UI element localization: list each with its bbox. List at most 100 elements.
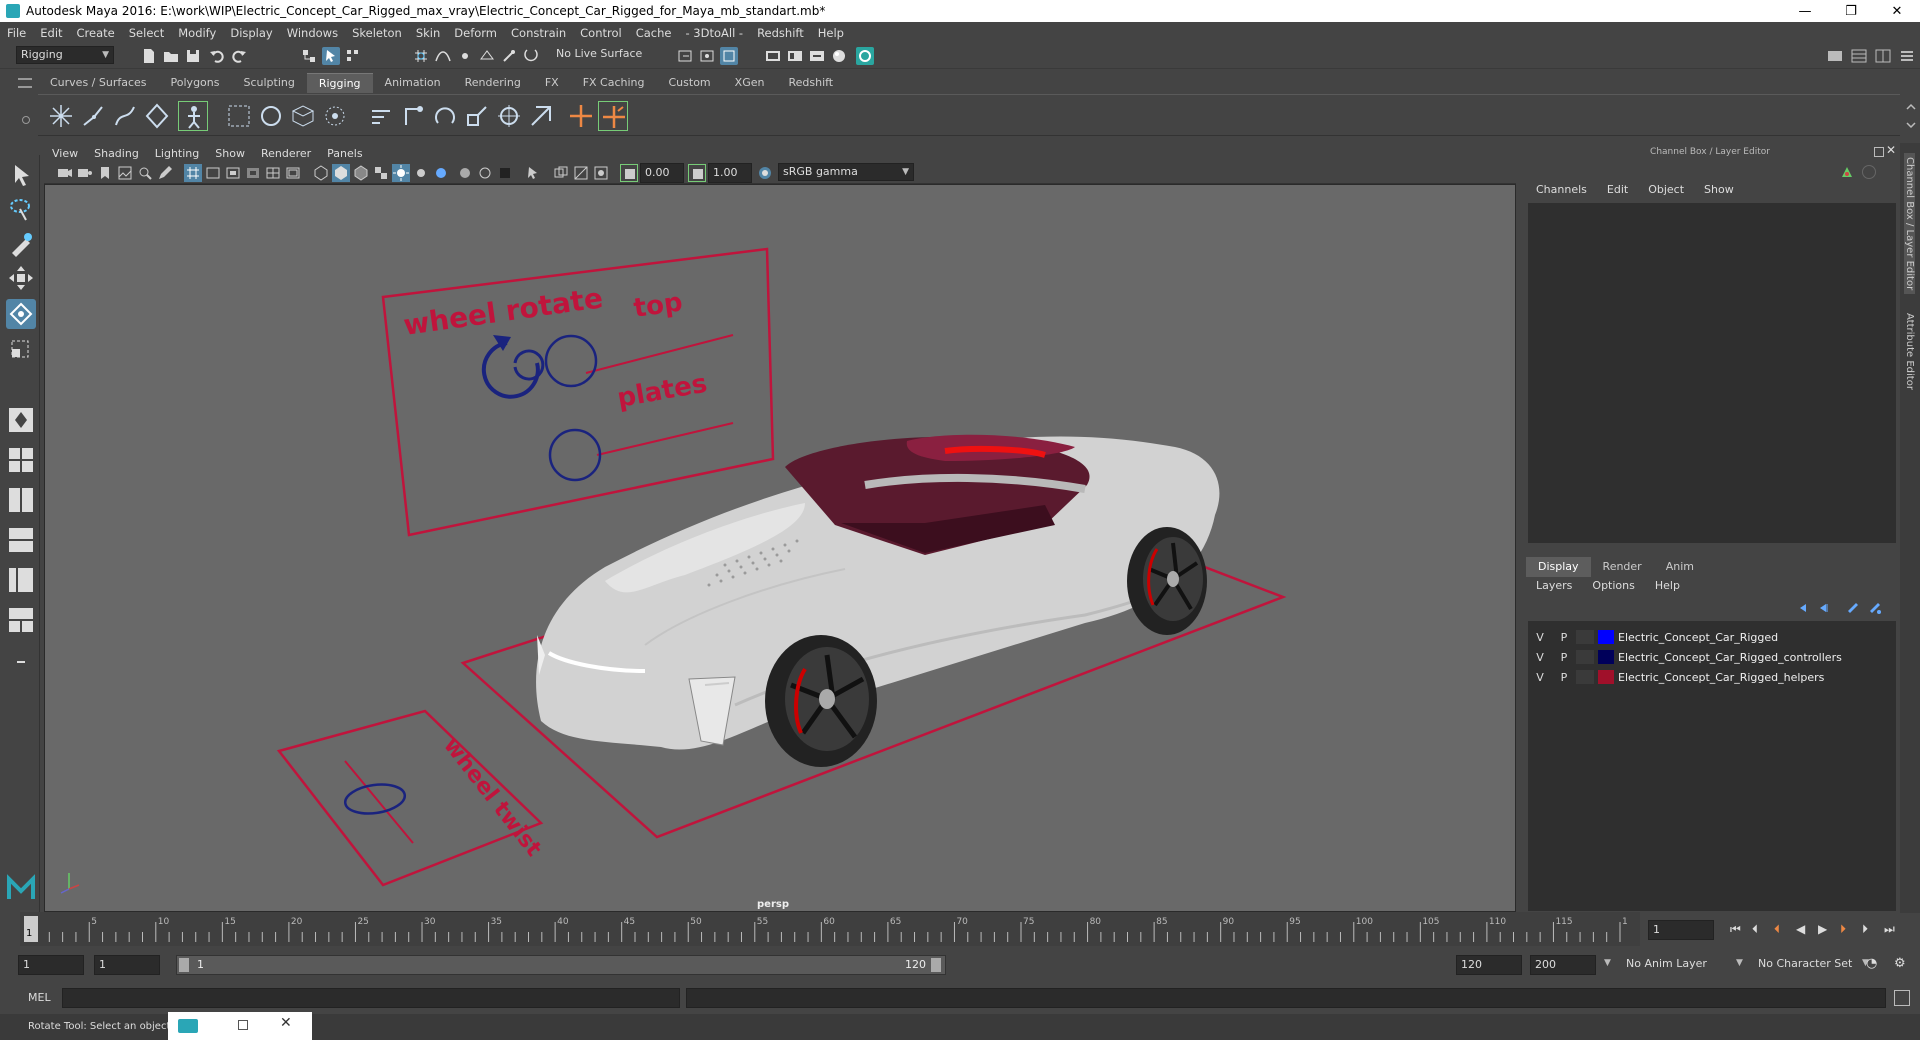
anim-layer-dropdown[interactable]: No Anim Layer — [1622, 955, 1742, 975]
close-panel-icon[interactable]: ✕ — [1886, 143, 1896, 157]
shelf-menu-icon[interactable] — [18, 78, 32, 88]
aim-constraint-icon[interactable] — [494, 101, 524, 131]
perspective-viewport[interactable]: wheel rotate top plates wheel twist pers… — [44, 184, 1516, 912]
wireframe-on-shaded-icon[interactable] — [352, 164, 370, 182]
menu-cache[interactable]: Cache — [629, 26, 679, 40]
snap-project-icon[interactable] — [522, 47, 540, 65]
single-view-layout-icon[interactable] — [6, 405, 36, 435]
snap-curve-icon[interactable] — [434, 47, 452, 65]
time-slider[interactable]: 5 10 15 20 25 30 35 40 45 50 55 60 65 70 75 80 85 90 95 100… — [20, 912, 1640, 946]
save-scene-icon[interactable] — [184, 47, 202, 65]
object-menu[interactable]: Object — [1638, 183, 1694, 201]
layer-visibility-toggle[interactable]: V — [1528, 651, 1552, 664]
isolate-select-icon[interactable] — [524, 164, 542, 182]
step-forward-key-icon[interactable]: ⏵ — [1862, 922, 1868, 937]
character-set-dropdown[interactable]: No Character Set — [1754, 955, 1864, 975]
create-empty-layer-icon[interactable] — [1846, 601, 1860, 615]
layer-color-swatch[interactable] — [1598, 650, 1614, 664]
layers-menu[interactable]: Layers — [1526, 579, 1582, 597]
shelf-tab-animation[interactable]: Animation — [373, 73, 453, 93]
gamma-field[interactable]: 1.00 — [708, 163, 752, 183]
ik-spline-icon[interactable] — [110, 101, 140, 131]
workspace-modeling-icon[interactable] — [1826, 47, 1844, 65]
render-settings-icon[interactable] — [808, 47, 826, 65]
maximize-thumb-icon[interactable] — [238, 1020, 248, 1030]
field-chart-icon[interactable] — [264, 164, 282, 182]
menu-constrain[interactable]: Constrain — [504, 26, 573, 40]
workspace-layout-icon[interactable] — [1850, 47, 1868, 65]
use-all-lights-icon[interactable] — [392, 164, 410, 182]
shelf-tab-fx-caching[interactable]: FX Caching — [571, 73, 657, 93]
channels-menu[interactable]: Channels — [1526, 183, 1597, 201]
menu-display[interactable]: Display — [223, 26, 279, 40]
motion-blur-icon[interactable] — [552, 164, 570, 182]
parent-constraint-icon[interactable] — [366, 101, 396, 131]
depth-of-field-icon[interactable] — [592, 164, 610, 182]
go-to-start-icon[interactable]: ⏮ — [1730, 922, 1741, 937]
play-forwards-icon[interactable]: ▶ — [1818, 922, 1827, 936]
paint-select-icon[interactable] — [6, 229, 36, 259]
menu-skin[interactable]: Skin — [409, 26, 447, 40]
textured-icon[interactable] — [372, 164, 390, 182]
orient-constraint-icon[interactable] — [430, 101, 460, 131]
ik-handle-icon[interactable] — [78, 101, 108, 131]
gamma-icon[interactable] — [688, 164, 706, 182]
bookmark-icon[interactable] — [96, 164, 114, 182]
electric-concept-car-model[interactable] — [536, 434, 1220, 767]
camera-select-icon[interactable] — [56, 164, 74, 182]
close-thumb-icon[interactable]: ✕ — [280, 1015, 292, 1031]
tab-display[interactable]: Display — [1526, 557, 1591, 577]
chevron-down-icon[interactable]: ▼ — [1736, 958, 1743, 968]
layer-row[interactable]: V P Electric_Concept_Car_Rigged_helpers — [1528, 667, 1896, 687]
multisample-aa-icon[interactable] — [572, 164, 590, 182]
playback-end-field[interactable]: 120 — [1456, 955, 1522, 975]
create-layer-from-selected-icon[interactable] — [1868, 601, 1882, 615]
persp-outliner-layout-icon[interactable] — [6, 565, 36, 595]
side-tab-attribute-editor[interactable]: Attribute Editor — [1904, 313, 1915, 390]
grid-toggle-icon[interactable] — [184, 164, 202, 182]
xray-active-components-icon[interactable] — [496, 164, 514, 182]
options-menu[interactable]: Options — [1582, 579, 1644, 597]
menu-set-dropdown[interactable]: Rigging ▼ — [16, 46, 114, 64]
layer-row[interactable]: V P Electric_Concept_Car_Rigged_controll… — [1528, 647, 1896, 667]
viewport-menu-show[interactable]: Show — [207, 147, 253, 160]
exposure-icon[interactable] — [620, 164, 638, 182]
construction-history-icon[interactable] — [720, 47, 738, 65]
shelf-tab-xgen[interactable]: XGen — [723, 73, 777, 93]
layer-playback-toggle[interactable]: P — [1552, 651, 1576, 664]
viewport-menu-view[interactable]: View — [44, 147, 86, 160]
new-scene-icon[interactable] — [140, 47, 158, 65]
snap-point-icon[interactable] — [456, 47, 474, 65]
step-back-key-icon[interactable]: ⏴ — [1752, 922, 1758, 937]
shelf-tab-custom[interactable]: Custom — [657, 73, 723, 93]
pole-vector-icon[interactable] — [526, 101, 556, 131]
menu-windows[interactable]: Windows — [280, 26, 345, 40]
chevron-down-icon[interactable]: ▼ — [1604, 958, 1611, 968]
cluster-icon[interactable] — [256, 101, 286, 131]
camera-attributes-icon[interactable] — [76, 164, 94, 182]
live-surface-dropdown[interactable]: No Live Surface — [552, 46, 652, 64]
mel-command-input[interactable] — [62, 988, 680, 1008]
bind-skin-icon[interactable] — [142, 101, 172, 131]
group-locator-icon[interactable] — [598, 101, 628, 131]
range-end-handle[interactable] — [931, 958, 941, 972]
layer-playback-toggle[interactable]: P — [1552, 671, 1576, 684]
snap-view-plane-icon[interactable] — [478, 47, 496, 65]
film-gate-icon[interactable] — [204, 164, 222, 182]
sync-icon[interactable] — [1862, 165, 1876, 179]
hypershade-icon[interactable] — [830, 47, 848, 65]
safe-action-icon[interactable] — [284, 164, 302, 182]
range-start-handle[interactable] — [179, 958, 189, 972]
snap-grid-icon[interactable] — [412, 47, 430, 65]
shelf-tab-redshift[interactable]: Redshift — [776, 73, 845, 93]
four-view-layout-icon[interactable] — [6, 445, 36, 475]
auto-key-icon[interactable]: ◔ — [1866, 956, 1877, 971]
xray-icon[interactable] — [456, 164, 474, 182]
front-wheel[interactable] — [765, 635, 877, 767]
animation-end-field[interactable]: 200 — [1530, 955, 1596, 975]
help-menu[interactable]: Help — [1645, 579, 1690, 597]
smooth-shade-icon[interactable] — [332, 164, 350, 182]
menu-edit[interactable]: Edit — [33, 26, 69, 40]
lasso-tool-icon[interactable] — [6, 195, 36, 225]
shadows-icon[interactable] — [412, 164, 430, 182]
